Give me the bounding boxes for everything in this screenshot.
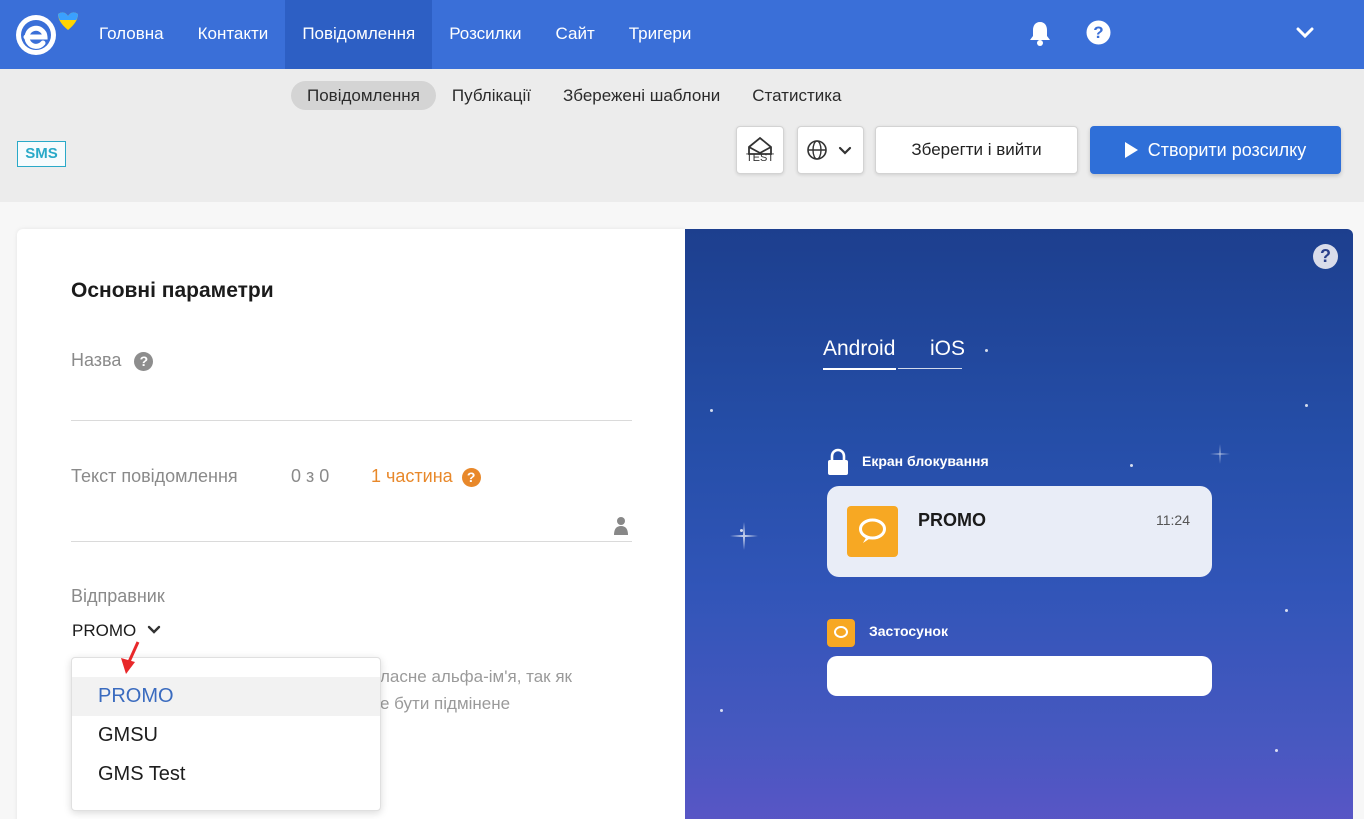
top-navbar: Головна Контакти Повідомлення Розсилки С… [0, 0, 1364, 69]
sub-header: Повідомлення Публікації Збережені шаблон… [0, 69, 1364, 202]
test-button[interactable]: TEST [736, 126, 784, 174]
tab-ios[interactable]: iOS [930, 337, 965, 361]
star [1305, 404, 1308, 407]
sender-hint: ласне альфа-ім'я, так як е бути підмінен… [380, 663, 572, 717]
name-input[interactable] [71, 420, 632, 421]
nav-item-campaigns[interactable]: Розсилки [432, 0, 538, 69]
tab-android-underline [823, 368, 896, 370]
svg-text:?: ? [1093, 23, 1103, 42]
nav-item-site[interactable]: Сайт [539, 0, 612, 69]
chevron-down-icon [147, 625, 161, 634]
star [1130, 464, 1133, 467]
message-text-label: Текст повідомлення [71, 466, 238, 486]
dropdown-option-gms-test[interactable]: GMS Test [72, 755, 380, 794]
notification-time: 11:24 [1156, 512, 1190, 528]
nav-item-contacts[interactable]: Контакти [181, 0, 286, 69]
main-nav: Головна Контакти Повідомлення Розсилки С… [82, 0, 708, 69]
star [1285, 609, 1288, 612]
subtab-statistics[interactable]: Статистика [736, 81, 857, 110]
hint-line-1: ласне альфа-ім'я, так як [380, 667, 572, 686]
tab-ios-underline [898, 368, 962, 369]
help-icon[interactable]: ? [134, 351, 154, 371]
create-campaign-button[interactable]: Створити розсилку [1090, 126, 1341, 174]
sender-value: PROMO [72, 621, 137, 640]
play-icon [1124, 142, 1138, 158]
message-text-input[interactable] [71, 541, 632, 542]
test-label: TEST [745, 152, 775, 164]
sparkle-icon [1210, 444, 1230, 464]
nav-item-triggers[interactable]: Тригери [612, 0, 709, 69]
notification-title: PROMO [918, 510, 987, 530]
channel-badge: SMS [17, 141, 66, 167]
subtab-saved-templates[interactable]: Збережені шаблони [547, 81, 736, 110]
app-message-preview [827, 656, 1212, 696]
star [710, 409, 713, 412]
lock-icon [827, 448, 849, 481]
sender-select[interactable]: PROMO [72, 621, 161, 641]
hint-line-2: е бути підмінене [380, 694, 511, 713]
dropdown-option-gmsu[interactable]: GMSU [72, 716, 380, 755]
save-and-exit-button[interactable]: Зберегти і вийти [875, 126, 1078, 174]
character-counter: 0 з 0 [291, 466, 330, 486]
preview-help-icon[interactable]: ? [1313, 244, 1338, 269]
section-title: Основні параметри [71, 279, 274, 302]
create-campaign-label: Створити розсилку [1147, 140, 1307, 160]
sms-parts-text: 1 частина [371, 466, 453, 486]
subtab-messages[interactable]: Повідомлення [291, 81, 436, 110]
star [1275, 749, 1278, 752]
app-label: Застосунок [869, 623, 948, 639]
help-icon[interactable]: ? [1086, 20, 1111, 50]
app-message-icon [827, 619, 855, 647]
globe-icon [807, 140, 827, 160]
star [720, 709, 723, 712]
chevron-down-icon[interactable] [1296, 26, 1314, 45]
notification-card: PROMO 11:24 [827, 486, 1212, 577]
sub-tabs: Повідомлення Публікації Збережені шаблон… [291, 81, 858, 110]
language-select[interactable] [797, 126, 864, 174]
sparkle-icon [730, 522, 758, 550]
bell-icon[interactable] [1028, 20, 1052, 51]
personalization-icon[interactable] [613, 516, 629, 541]
logo[interactable] [14, 10, 78, 60]
chevron-down-icon [838, 146, 852, 155]
name-label-text: Назва [71, 350, 122, 370]
sms-parts-label: 1 частина ? [371, 466, 481, 487]
subtab-publications[interactable]: Публікації [436, 81, 547, 110]
name-label: Назва ? [71, 350, 154, 371]
star [985, 349, 988, 352]
nav-item-messages[interactable]: Повідомлення [285, 0, 433, 69]
nav-item-home[interactable]: Головна [82, 0, 181, 69]
message-bubble-icon [847, 506, 898, 557]
sender-label: Відправник [71, 586, 165, 606]
lock-screen-label: Екран блокування [862, 453, 989, 469]
help-icon[interactable]: ? [461, 467, 481, 487]
tab-android[interactable]: Android [823, 337, 895, 361]
arrow-pointer-icon [118, 640, 142, 683]
